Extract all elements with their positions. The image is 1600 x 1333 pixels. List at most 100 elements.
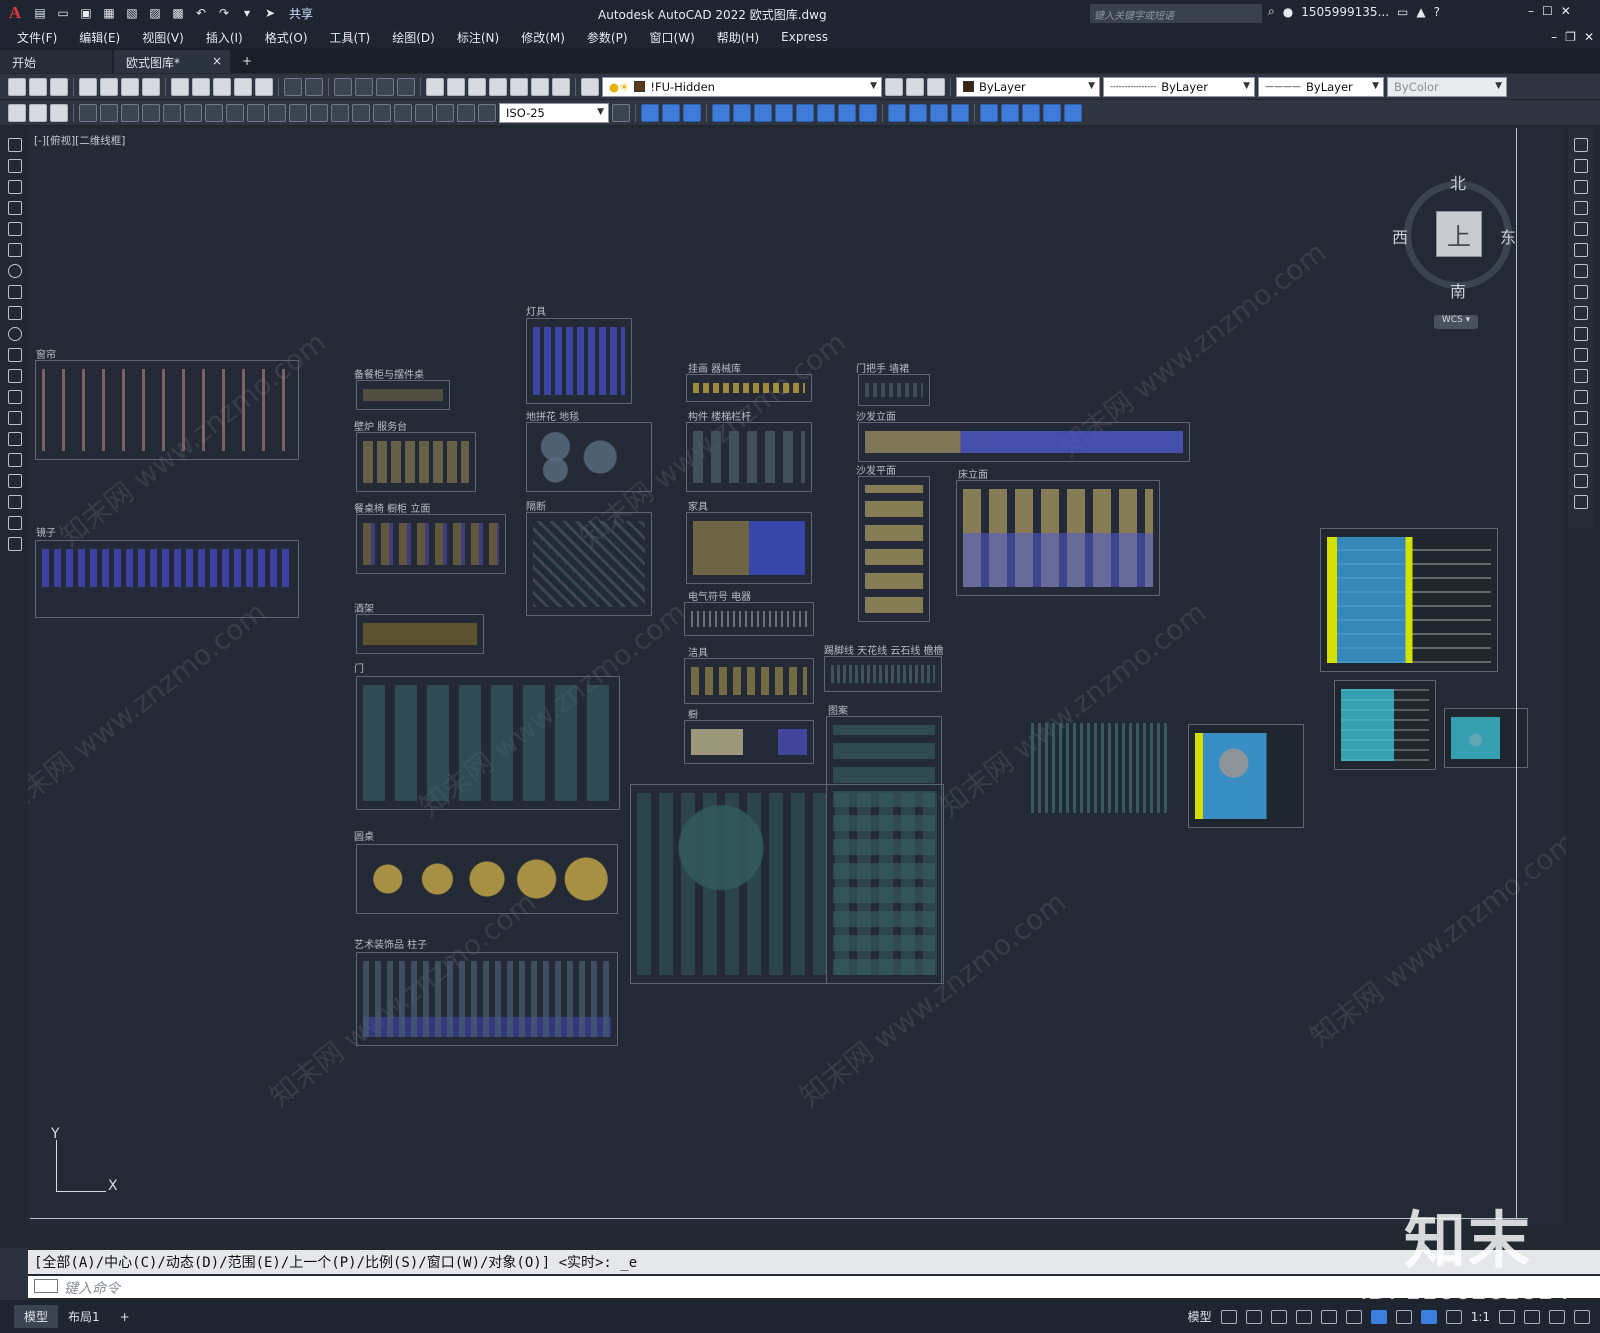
layer-dropdown[interactable]: ●☀ !FU-Hidden ▼ [602,76,882,97]
dimstyle-icon[interactable] [612,103,630,122]
revolve-icon[interactable] [775,103,793,122]
slice-icon[interactable] [817,103,835,122]
hatch-to-back-icon[interactable] [50,103,68,122]
offset-icon[interactable] [1574,201,1588,215]
publish-tb-icon[interactable] [121,77,139,96]
ellipse-arc-icon[interactable] [8,348,22,362]
sheet-set-icon[interactable] [489,77,507,96]
lights-icon[interactable] [1022,103,1040,122]
menu-dimension[interactable]: 标注(N) [446,29,510,46]
rectangle-icon[interactable] [8,222,22,236]
qnew-icon[interactable] [8,77,26,96]
join-icon[interactable] [1574,411,1588,425]
menu-parametric[interactable]: 参数(P) [576,29,639,46]
new-tab-button[interactable]: + [232,50,262,73]
compass-east[interactable]: 东 [1500,224,1516,248]
cut-icon[interactable] [171,77,189,96]
dim-continue-icon[interactable] [289,103,307,122]
dim-jogged-icon[interactable] [184,103,202,122]
tab-drawing[interactable]: 欧式图库* × [114,50,230,73]
plot-icon[interactable]: ▩ [168,3,188,23]
stretch-icon[interactable] [1574,306,1588,320]
drawing-canvas[interactable]: [-][俯视][二维线框] 知末网 www.znzmo.com 知末网 www.… [28,128,1566,1224]
partition-block[interactable] [526,512,652,616]
ellipse-icon[interactable] [8,327,22,341]
dim-text-edit-icon[interactable] [457,103,475,122]
make-block-icon[interactable] [8,390,22,404]
share-button[interactable]: 共享 [289,5,313,22]
copy-icon[interactable] [192,77,210,96]
mirror-icon[interactable] [1574,180,1588,194]
spline-icon[interactable] [8,306,22,320]
command-line-handle[interactable] [0,1248,28,1302]
layer-state-icon[interactable] [927,77,945,96]
moulding-block[interactable] [824,656,942,692]
ornament-pattern-block[interactable] [826,716,942,984]
gradient-icon[interactable] [8,453,22,467]
construction-line-icon[interactable] [8,159,22,173]
break-point-icon[interactable] [1574,369,1588,383]
close-tab-icon[interactable]: × [212,54,222,68]
search-input[interactable]: 键入关键字或短语 [1090,4,1262,23]
make-current-icon[interactable] [885,77,903,96]
autodesk-app-icon[interactable]: ▲ [1416,5,1425,19]
share-icon[interactable]: ➤ [260,3,280,23]
viewport-label[interactable]: [-][俯视][二维线框] [34,133,125,148]
maximize-icon[interactable]: ☐ [1542,4,1553,18]
user-icon[interactable]: ● [1283,5,1293,19]
wine-rack-block[interactable] [356,614,484,654]
hatch-icon[interactable] [8,432,22,446]
copy-object-icon[interactable] [1574,159,1588,173]
workspace-gear-icon[interactable] [1499,1309,1515,1324]
save-as-icon[interactable]: ▦ [99,3,119,23]
dim-aligned-icon[interactable] [100,103,118,122]
cabinet-block[interactable] [684,720,814,764]
3d-box-icon[interactable] [641,103,659,122]
doc-close-icon[interactable]: ✕ [1584,30,1594,44]
doc-restore-icon[interactable]: ❐ [1565,30,1576,44]
menu-format[interactable]: 格式(O) [254,29,319,46]
tolerance-icon[interactable] [352,103,370,122]
draw-order-icon[interactable] [8,103,26,122]
text-to-front-icon[interactable] [29,103,47,122]
layer-previous-icon[interactable] [906,77,924,96]
wcs-menu[interactable]: WCS ▾ [1434,315,1478,329]
block-editor-icon[interactable] [255,77,273,96]
polyline-icon[interactable] [8,180,22,194]
menu-tools[interactable]: 工具(T) [319,29,382,46]
zoom-window-icon[interactable] [376,77,394,96]
design-center-icon[interactable] [447,77,465,96]
floor-pattern-block[interactable] [526,422,652,492]
save-icon[interactable]: ▣ [76,3,96,23]
menu-express[interactable]: Express [770,30,839,44]
visual-style-icon[interactable] [888,103,906,122]
user-name[interactable]: 1505999135... [1301,5,1389,19]
insert-block-icon[interactable] [8,369,22,383]
tab-start[interactable]: 开始 [0,50,112,73]
ortho-icon[interactable] [1270,1309,1287,1324]
menu-modify[interactable]: 修改(M) [510,29,576,46]
match-prop-icon[interactable] [234,77,252,96]
calculator-icon[interactable] [531,77,549,96]
explode-icon[interactable] [1574,495,1588,509]
camera-icon[interactable] [1043,103,1061,122]
painting-block[interactable] [686,374,812,402]
3d-print-icon[interactable] [142,77,160,96]
minimize-icon[interactable]: – [1528,4,1534,18]
units-icon[interactable] [1549,1309,1565,1324]
circle-icon[interactable] [8,264,22,278]
sofa-plan-block[interactable] [858,476,930,622]
auto-scale-icon[interactable] [1445,1309,1462,1324]
grid-icon[interactable] [1220,1309,1237,1324]
tab-layout1[interactable]: 布局1 [58,1305,110,1328]
blend-icon[interactable] [1574,474,1588,488]
compass-south[interactable]: 南 [1450,278,1466,302]
add-layout-button[interactable]: + [110,1307,140,1327]
elevation-drawing-3[interactable] [1334,680,1436,770]
doc-minimize-icon[interactable]: – [1551,30,1557,44]
menu-draw[interactable]: 绘图(D) [381,29,446,46]
move-icon[interactable] [1574,243,1588,257]
customize-qat-icon[interactable]: ▾ [237,3,257,23]
open-icon[interactable] [29,77,47,96]
new-file-icon[interactable]: ▤ [30,3,50,23]
